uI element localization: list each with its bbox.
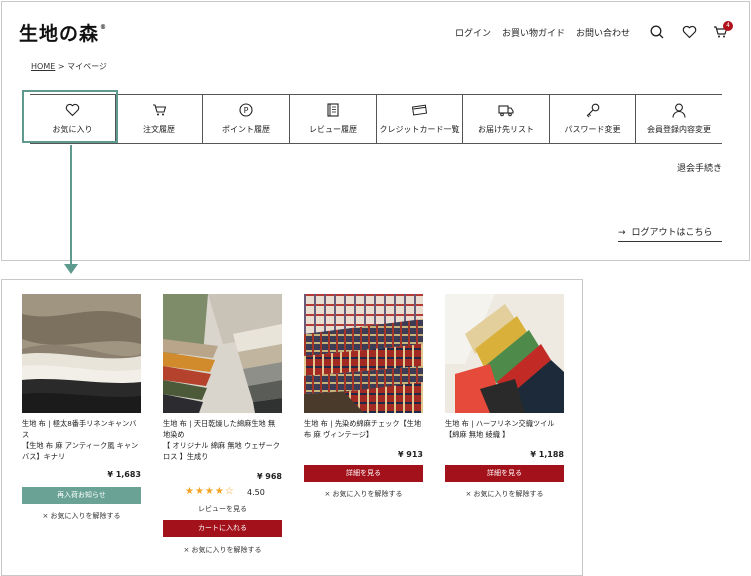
remove-favorite-link[interactable]: × お気に入りを解除する — [22, 511, 141, 521]
product-card: 生地 布 | 天日乾燥した綿麻生地 無地染め 【 オリジナル 綿麻 無地 ウェザ… — [163, 294, 282, 554]
product-card: 生地 布 | 先染め綿麻チェック【生地 布 麻 ヴィンテージ】 ¥ 913 詳細… — [304, 294, 423, 498]
mypage-menu: お気に入り 注文履歴 P ポイント履歴 レビュー履歴 クレジットカード一覧 お届… — [30, 94, 722, 144]
book-icon — [327, 102, 339, 118]
rating-value: 4.50 — [247, 488, 265, 497]
product-price: ¥ 968 — [256, 472, 282, 481]
svg-text:P: P — [244, 106, 249, 115]
cart-icon — [152, 102, 167, 118]
breadcrumb-home[interactable]: HOME — [31, 62, 55, 71]
product-image-half-linen-twill[interactable] — [445, 294, 564, 413]
menu-item-review-history[interactable]: レビュー履歴 — [290, 95, 377, 143]
logout-link[interactable]: → ログアウトはこちら — [618, 225, 722, 242]
product-price: ¥ 1,683 — [107, 470, 141, 479]
contact-link[interactable]: お問い合わせ — [576, 26, 630, 39]
callout-arrow-line — [70, 145, 72, 267]
menu-label: クレジットカード一覧 — [379, 125, 460, 134]
shopping-guide-link[interactable]: お買い物ガイド — [502, 26, 565, 39]
restock-notify-button[interactable]: 再入荷お知らせ — [22, 487, 141, 504]
cart-count-badge: 4 — [723, 21, 733, 31]
menu-label: お届け先リスト — [478, 125, 534, 134]
login-link[interactable]: ログイン — [455, 26, 491, 39]
truck-icon — [498, 102, 514, 118]
view-details-button[interactable]: 詳細を見る — [304, 465, 423, 482]
callout-arrow-head — [64, 264, 78, 274]
registered-mark: ® — [100, 23, 108, 31]
heart-icon[interactable] — [682, 24, 697, 43]
product-image-check-fabric[interactable] — [304, 294, 423, 413]
menu-label: レビュー履歴 — [309, 125, 357, 134]
menu-item-account-edit[interactable]: 会員登録内容変更 — [636, 95, 722, 143]
menu-item-point-history[interactable]: P ポイント履歴 — [203, 95, 290, 143]
product-title[interactable]: 生地 布 | 天日乾燥した綿麻生地 無地染め 【 オリジナル 綿麻 無地 ウェザ… — [163, 418, 282, 462]
remove-favorite-link[interactable]: × お気に入りを解除する — [445, 489, 564, 499]
key-icon — [586, 102, 600, 118]
product-image-linen-canvas[interactable] — [22, 294, 141, 413]
remove-favorite-link[interactable]: × お気に入りを解除する — [304, 489, 423, 499]
withdraw-link[interactable]: 退会手続き — [677, 161, 722, 174]
site-logo[interactable]: 生地の森® — [19, 19, 107, 46]
menu-label: パスワード変更 — [564, 125, 621, 134]
product-price: ¥ 1,188 — [530, 450, 564, 459]
product-title[interactable]: 生地 布 | ハーフリネン交織ツイル【綿麻 無地 綾織 】 — [445, 418, 564, 440]
logo-text: 生地の森 — [19, 23, 100, 45]
product-title[interactable]: 生地 布 | 極太8番手リネンキャンバス 【生地 布 麻 アンティーク風 キャン… — [22, 418, 141, 462]
product-card: 生地 布 | 極太8番手リネンキャンバス 【生地 布 麻 アンティーク風 キャン… — [22, 294, 141, 520]
menu-item-credit-cards[interactable]: クレジットカード一覧 — [377, 95, 463, 143]
favorites-highlight-box — [22, 90, 118, 143]
breadcrumb-separator: > — [55, 62, 68, 71]
menu-item-delivery-addresses[interactable]: お届け先リスト — [463, 95, 550, 143]
product-image-cotton-linen-weather[interactable] — [163, 294, 282, 413]
menu-label: 会員登録内容変更 — [647, 125, 711, 134]
add-to-cart-button[interactable]: カートに入れる — [163, 520, 282, 537]
rating-stars: ★★★★☆ — [185, 486, 235, 497]
menu-item-password-change[interactable]: パスワード変更 — [550, 95, 636, 143]
credit-card-icon — [411, 102, 428, 118]
point-icon: P — [239, 102, 253, 118]
product-price: ¥ 913 — [397, 450, 423, 459]
logout-label: ログアウトはこちら — [631, 228, 713, 238]
search-icon[interactable] — [650, 24, 664, 43]
breadcrumb: HOME > マイページ — [31, 61, 107, 72]
menu-label: 注文履歴 — [143, 125, 175, 134]
product-card: 生地 布 | ハーフリネン交織ツイル【綿麻 無地 綾織 】 ¥ 1,188 詳細… — [445, 294, 564, 498]
remove-favorite-link[interactable]: × お気に入りを解除する — [163, 545, 282, 555]
arrow-right-icon: → — [618, 228, 626, 238]
view-reviews-link[interactable]: レビューを見る — [163, 504, 282, 514]
menu-item-order-history[interactable]: 注文履歴 — [116, 95, 203, 143]
breadcrumb-current: マイページ — [67, 62, 107, 71]
user-icon — [672, 102, 686, 118]
view-details-button[interactable]: 詳細を見る — [445, 465, 564, 482]
product-title[interactable]: 生地 布 | 先染め綿麻チェック【生地 布 麻 ヴィンテージ】 — [304, 418, 423, 440]
menu-label: ポイント履歴 — [222, 125, 270, 134]
